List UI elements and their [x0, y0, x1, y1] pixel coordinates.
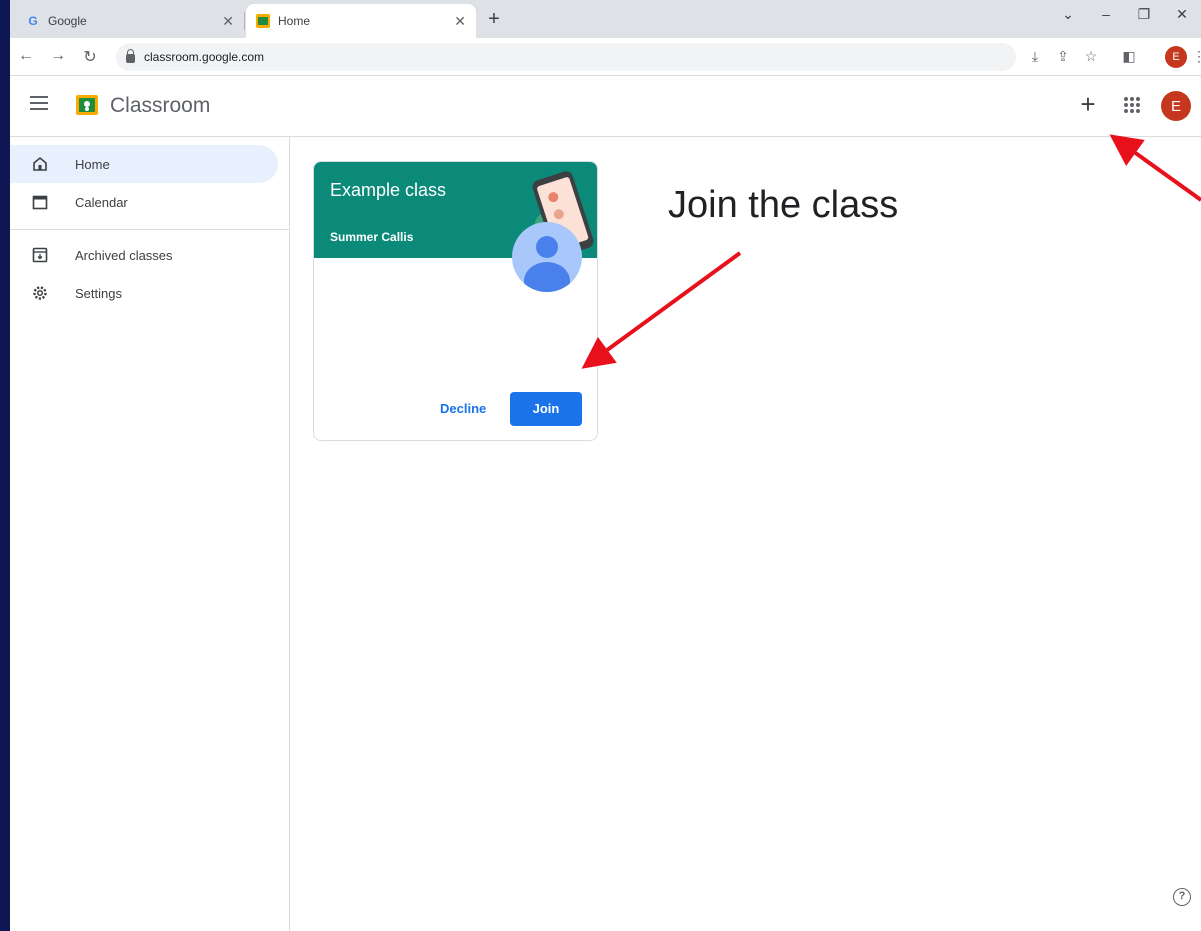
more-menu-icon[interactable]: ⋮ [1190, 48, 1201, 65]
close-tab-icon[interactable]: ✕ [454, 13, 466, 30]
sidebar-divider [10, 229, 290, 230]
forward-icon[interactable]: → [48, 47, 68, 65]
tab-title: Google [48, 14, 87, 28]
restore-icon[interactable]: ❐ [1125, 6, 1163, 23]
side-panel-icon[interactable]: ◧ [1120, 48, 1138, 65]
google-g-icon: G [28, 14, 38, 28]
gear-icon [31, 284, 49, 302]
teacher-name: Summer Callis [330, 230, 414, 244]
sidebar-item-label: Home [75, 156, 110, 172]
back-icon[interactable]: ← [16, 47, 36, 65]
class-invite-card: Example class Summer Callis Decline Join [313, 161, 598, 441]
home-icon [31, 155, 49, 173]
minimize-icon[interactable]: – [1087, 6, 1125, 23]
reload-icon[interactable]: ↻ [80, 47, 100, 67]
sidebar-item-home[interactable]: Home [10, 145, 278, 183]
close-tab-icon[interactable]: ✕ [222, 13, 234, 30]
class-title[interactable]: Example class [330, 180, 446, 201]
account-avatar[interactable]: E [1161, 91, 1191, 121]
tab-search-icon[interactable]: ⌄ [1049, 6, 1087, 23]
archive-icon [31, 246, 49, 264]
arrow-to-join [581, 251, 742, 369]
sidebar-item-label: Calendar [75, 194, 128, 210]
share-icon[interactable]: ⇪ [1054, 48, 1072, 65]
help-icon[interactable]: ? [1173, 888, 1191, 906]
tab-divider [244, 12, 245, 30]
browser-profile-avatar[interactable]: E [1165, 46, 1187, 68]
create-or-join-button[interactable]: + [1076, 91, 1100, 119]
app-title[interactable]: Classroom [110, 94, 210, 118]
sidebar-item-settings[interactable]: Settings [10, 274, 278, 312]
annotation-text: Join the class [668, 184, 899, 226]
calendar-icon [31, 193, 49, 211]
tab-google[interactable]: G Google ✕ [16, 4, 244, 38]
sidebar-item-label: Settings [75, 285, 122, 301]
tab-title: Home [278, 14, 311, 28]
tab-strip: G Google ✕ Home ✕ + ⌄ – ❐ ✕ [10, 0, 1201, 38]
arrow-to-create [1109, 134, 1201, 202]
close-window-icon[interactable]: ✕ [1163, 6, 1201, 23]
lock-icon [126, 48, 135, 63]
window-controls: ⌄ – ❐ ✕ [1049, 6, 1201, 23]
sidebar-item-label: Archived classes [75, 247, 173, 263]
sidebar-item-calendar[interactable]: Calendar [10, 183, 278, 221]
classroom-icon [256, 14, 270, 28]
classroom-logo[interactable] [76, 95, 98, 115]
teacher-avatar-icon [512, 222, 582, 292]
url-text: classroom.google.com [144, 50, 265, 64]
install-icon[interactable]: ⤓ [1026, 48, 1044, 65]
browser-window: G Google ✕ Home ✕ + ⌄ – ❐ ✕ ← → ↻ classr… [10, 0, 1201, 931]
tab-home[interactable]: Home ✕ [246, 4, 476, 38]
decline-button[interactable]: Decline [430, 392, 496, 426]
sidebar: Home Calendar Archived classes Settings [10, 137, 290, 931]
hamburger-menu-icon[interactable] [30, 96, 48, 110]
sidebar-item-archived-classes[interactable]: Archived classes [10, 236, 278, 274]
new-tab-button[interactable]: + [482, 8, 506, 31]
address-bar[interactable]: classroom.google.com [116, 43, 1016, 71]
google-apps-icon[interactable] [1124, 97, 1140, 113]
app-header: Classroom + E [10, 77, 1201, 137]
join-button[interactable]: Join [510, 392, 582, 426]
bookmark-star-icon[interactable]: ☆ [1082, 48, 1100, 65]
browser-toolbar: ← → ↻ classroom.google.com ⤓ ⇪ ☆ ◧ E ⋮ [10, 38, 1201, 76]
